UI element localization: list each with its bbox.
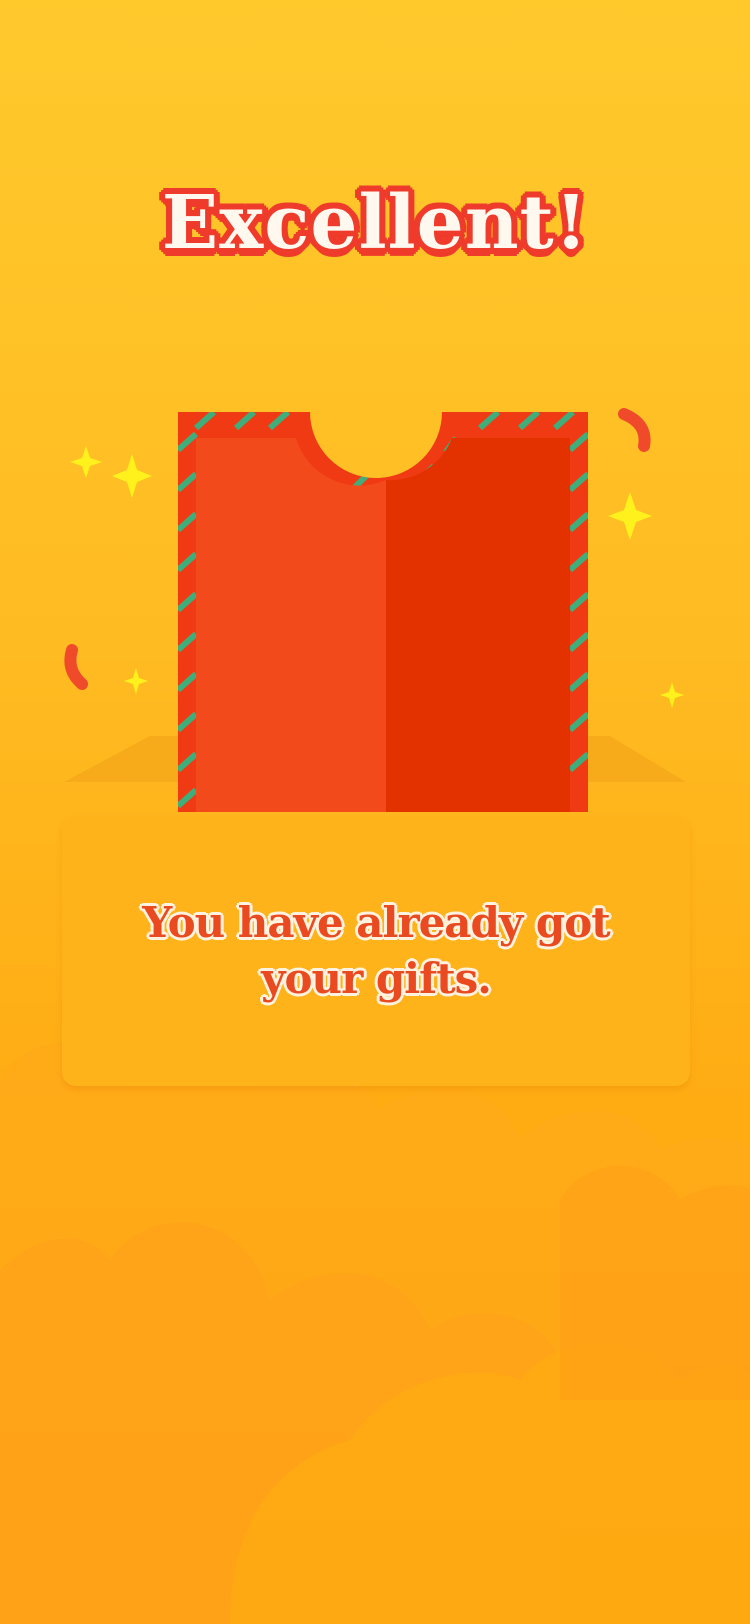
message-card: You have already got your gifts.	[62, 816, 690, 1086]
gift-status-message: You have already got your gifts.	[142, 898, 610, 1003]
gift-envelope-icon	[64, 408, 686, 812]
